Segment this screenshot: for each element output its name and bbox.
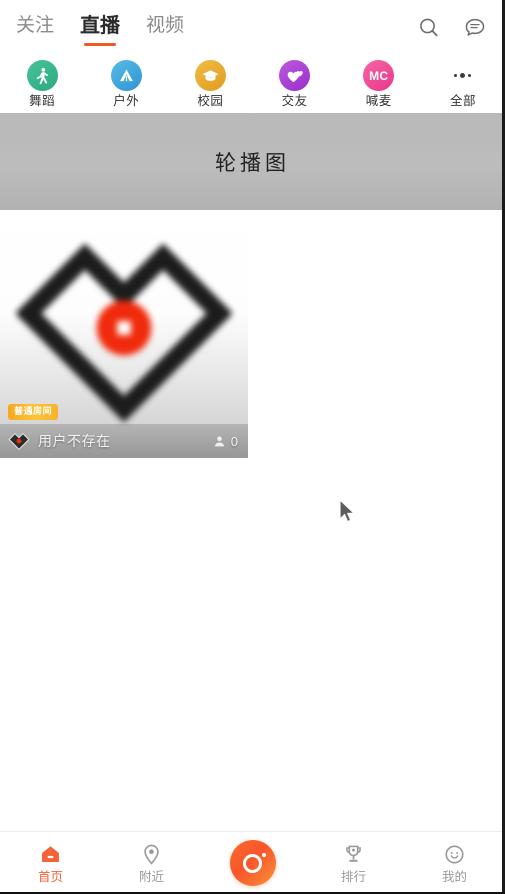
- carousel-placeholder-text: 轮播图: [215, 150, 290, 175]
- bottom-navigation-bar: 首页 附近 排行 我的: [0, 831, 505, 894]
- smiley-face-icon: [443, 843, 467, 867]
- trophy-icon: [342, 843, 366, 867]
- category-item-outdoor[interactable]: 户外: [84, 60, 168, 108]
- category-label-campus: 校园: [197, 94, 224, 108]
- live-room-viewers: 0: [213, 434, 238, 449]
- category-item-all[interactable]: 全部: [421, 60, 505, 108]
- tab-follow-label: 关注: [16, 15, 55, 36]
- category-label-dance: 舞蹈: [29, 94, 56, 108]
- two-hearts-icon: [279, 60, 311, 91]
- category-row: 舞蹈 户外 校园 交友 MC 喊麦 全部: [0, 56, 505, 112]
- dance-icon: [26, 60, 58, 91]
- camera-lens-icon: [243, 852, 266, 873]
- top-tabs: 关注 直播 视频: [14, 8, 186, 48]
- tab-video[interactable]: 视频: [144, 12, 186, 48]
- category-label-outdoor: 户外: [113, 94, 140, 108]
- nav-label-home: 首页: [37, 869, 63, 884]
- start-live-button[interactable]: [202, 832, 303, 894]
- category-label-mc: 喊麦: [365, 94, 392, 108]
- live-room-card[interactable]: 普通房间 用户不存在 0: [0, 218, 248, 458]
- nav-item-mine[interactable]: 我的: [404, 832, 505, 894]
- viewer-count: 0: [230, 433, 238, 449]
- search-button[interactable]: [415, 14, 443, 42]
- live-card-footer: 用户不存在 0: [0, 424, 248, 458]
- home-icon: [39, 843, 63, 867]
- mouse-cursor: [339, 499, 356, 523]
- ellipsis-icon: [447, 60, 478, 91]
- tent-outdoor-icon: [110, 60, 142, 91]
- mc-icon: MC: [363, 60, 395, 91]
- mc-icon-text: MC: [369, 68, 389, 83]
- category-item-dance[interactable]: 舞蹈: [0, 60, 84, 108]
- nav-label-nearby: 附近: [138, 869, 164, 884]
- category-label-friends: 交友: [281, 94, 308, 108]
- top-navigation-bar: 关注 直播 视频: [0, 0, 505, 56]
- graduation-cap-icon: [194, 60, 226, 91]
- heart-diamond-logo-icon: [16, 243, 232, 423]
- carousel-banner[interactable]: 轮播图: [0, 113, 505, 210]
- messages-button[interactable]: [461, 14, 489, 42]
- person-icon: [214, 436, 224, 446]
- active-tab-underline: [84, 43, 117, 46]
- app-screen: 关注 直播 视频 舞蹈 户外 校园 交友 MC 喊麦 全部 轮播图 普通房间 用…: [0, 0, 505, 894]
- live-room-grid: 普通房间 用户不存在 0: [0, 218, 505, 458]
- location-pin-icon: [140, 843, 164, 867]
- tab-live-label: 直播: [80, 15, 121, 37]
- nav-label-ranking: 排行: [340, 869, 366, 884]
- category-label-all: 全部: [449, 94, 476, 108]
- nav-item-ranking[interactable]: 排行: [303, 832, 404, 894]
- category-item-friends[interactable]: 交友: [253, 60, 337, 108]
- tab-live[interactable]: 直播: [78, 12, 122, 48]
- camera-live-button-icon: [229, 840, 276, 886]
- nav-label-mine: 我的: [441, 869, 467, 884]
- live-room-thumbnail: [0, 218, 248, 458]
- live-room-title: 用户不存在: [38, 433, 111, 449]
- nav-item-nearby[interactable]: 附近: [101, 832, 202, 894]
- tab-video-label: 视频: [146, 15, 185, 36]
- search-icon: [420, 18, 438, 37]
- message-bubble-icon: [465, 18, 485, 36]
- category-item-campus[interactable]: 校园: [168, 60, 252, 108]
- top-actions: [415, 14, 489, 42]
- category-item-mc[interactable]: MC 喊麦: [337, 60, 421, 108]
- nav-item-home[interactable]: 首页: [0, 832, 101, 894]
- room-heart-diamond-icon: [8, 432, 30, 451]
- tab-follow[interactable]: 关注: [14, 12, 56, 48]
- room-type-badge: 普通房间: [8, 404, 59, 420]
